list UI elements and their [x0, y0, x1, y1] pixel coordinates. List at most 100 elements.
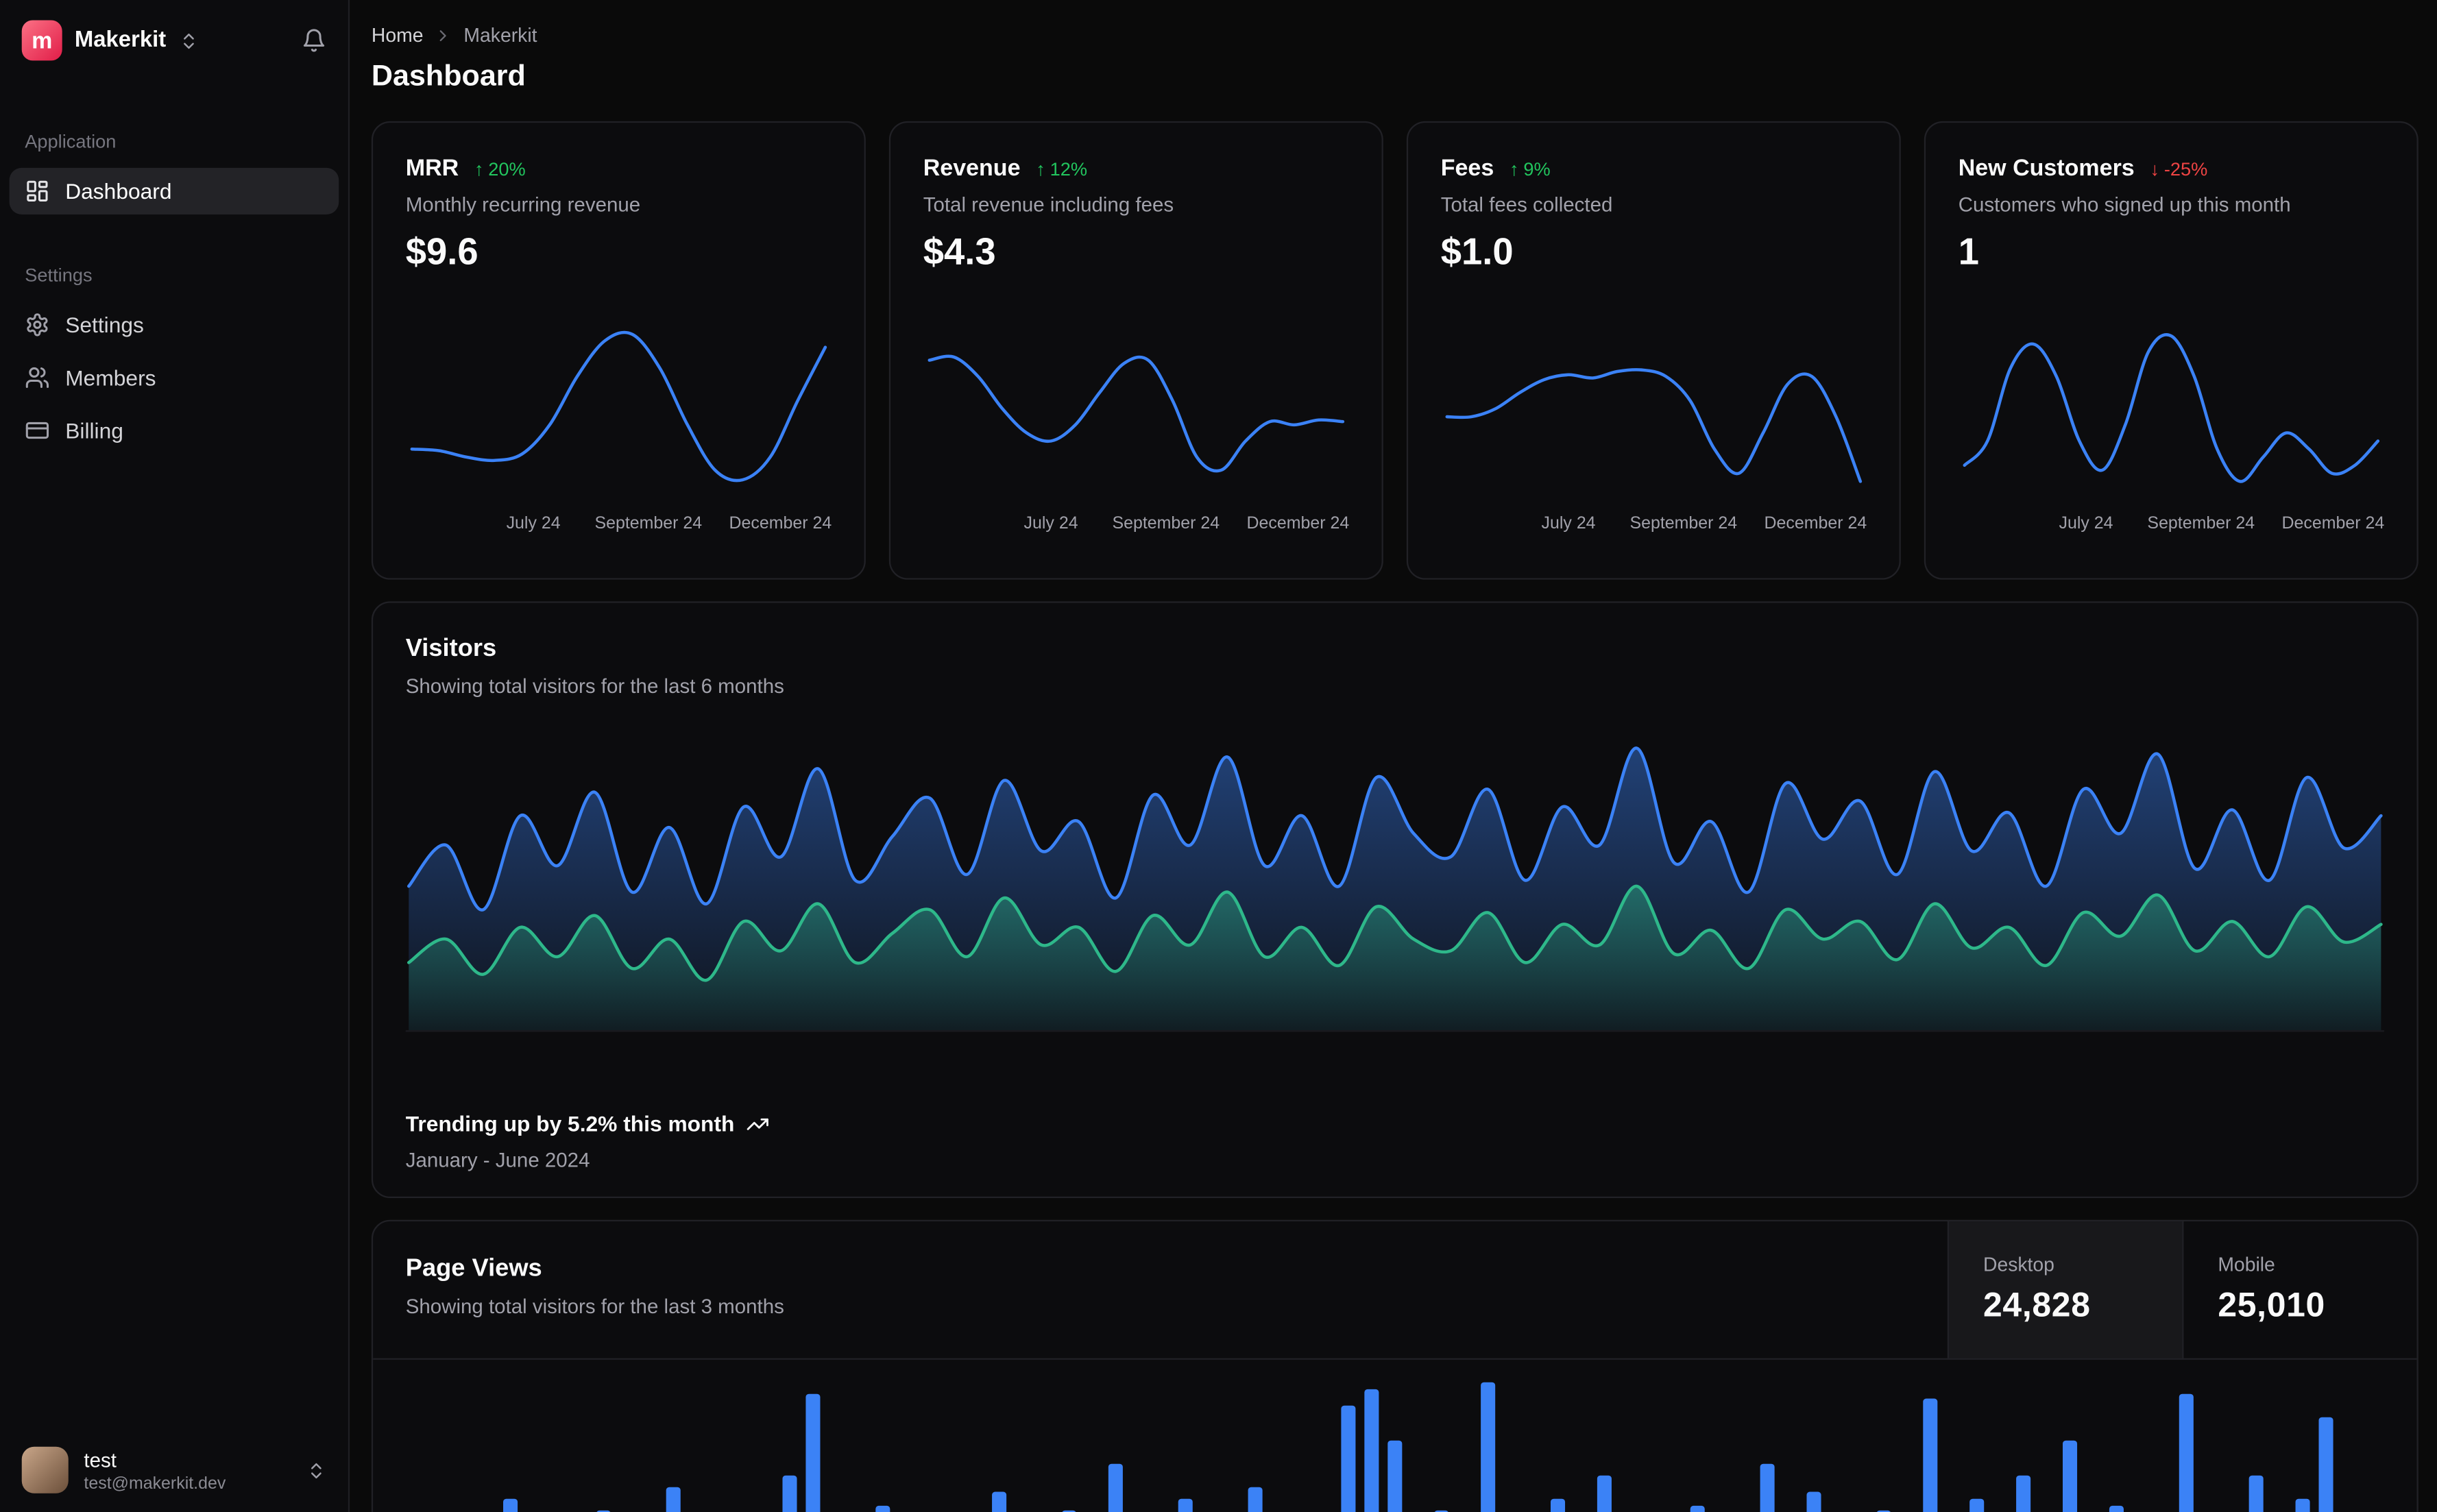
gear-icon	[25, 313, 49, 337]
new-customers-sparkline-chart	[1959, 321, 2384, 496]
mobile-stat-value: 25,010	[2218, 1284, 2325, 1324]
stat-subtitle: Monthly recurring revenue	[405, 193, 641, 217]
sidebar: m Makerkit Application Dashboard Setting…	[0, 0, 350, 1512]
stat-value: $9.6	[405, 231, 478, 274]
arrow-up-icon: ↑	[474, 158, 484, 180]
visitors-subtitle: Showing total visitors for the last 6 mo…	[405, 674, 784, 698]
trending-up-icon	[745, 1112, 768, 1135]
fees-sparkline-chart	[1441, 321, 1867, 496]
mrr-sparkline-chart	[406, 321, 832, 496]
sidebar-item-dashboard[interactable]: Dashboard	[9, 167, 339, 215]
sidebar-item-label: Members	[65, 365, 156, 391]
notifications-bell-button[interactable]	[302, 28, 326, 53]
arrow-up-icon: ↑	[1036, 158, 1045, 180]
stat-delta-badge: ↑ 12%	[1036, 158, 1087, 180]
desktop-toggle-button[interactable]: Desktop 24,828	[1947, 1221, 2183, 1358]
workspace-selector[interactable]: m Makerkit	[0, 0, 348, 81]
stat-delta-badge: ↑ 20%	[474, 158, 526, 180]
page-views-subtitle: Showing total visitors for the last 3 mo…	[405, 1294, 784, 1318]
x-tick-label: July 24	[2059, 514, 2113, 533]
revenue-sparkline-chart	[923, 321, 1349, 496]
x-tick-label: December 24	[1764, 514, 1867, 533]
avatar	[21, 1446, 69, 1493]
stat-delta-value: 20%	[488, 158, 526, 180]
page-views-title: Page Views	[405, 1255, 542, 1282]
bell-icon	[302, 28, 326, 53]
brand-name: Makerkit	[74, 27, 167, 53]
stat-card-mrr: MRR ↑ 20% Monthly recurring revenue $9.6…	[371, 121, 866, 580]
x-tick-label: December 24	[2281, 514, 2385, 533]
x-tick-label: July 24	[506, 514, 561, 533]
stat-value: 1	[1958, 231, 1979, 274]
main-content: Home Makerkit Dashboard MRR ↑ 20% Monthl…	[350, 0, 2437, 1512]
breadcrumb-home-link[interactable]: Home	[372, 25, 424, 47]
sidebar-item-label: Dashboard	[65, 178, 172, 204]
visitors-footer: Trending up by 5.2% this month January -…	[406, 1111, 769, 1171]
stat-value: $4.3	[923, 231, 996, 274]
visitors-card: Visitors Showing total visitors for the …	[371, 601, 2418, 1199]
user-meta: test test@makerkit.dev	[84, 1448, 226, 1493]
page-views-card: Page Views Showing total visitors for th…	[371, 1219, 2418, 1512]
arrow-up-icon: ↑	[1509, 158, 1519, 180]
x-tick-label: September 24	[1629, 514, 1738, 533]
chevrons-up-down-icon[interactable]	[178, 30, 198, 50]
stat-subtitle: Customers who signed up this month	[1958, 193, 2291, 217]
stat-delta-value: 12%	[1050, 158, 1088, 180]
visitors-area-chart	[405, 731, 2384, 1032]
stat-card-fees: Fees ↑ 9% Total fees collected $1.0 July…	[1406, 121, 1901, 580]
arrow-down-icon: ↓	[2150, 158, 2160, 180]
x-tick-label: December 24	[1246, 514, 1350, 533]
visitors-date-range: January - June 2024	[405, 1148, 590, 1172]
sidebar-item-billing[interactable]: Billing	[10, 407, 339, 454]
stat-card-new-customers: New Customers ↓ -25% Customers who signe…	[1924, 121, 2418, 580]
stat-delta-badge: ↑ 9%	[1510, 158, 1551, 180]
visitors-title: Visitors	[405, 635, 497, 662]
breadcrumb: Home Makerkit	[372, 25, 2418, 47]
x-axis-labels: July 24 September 24 December 24	[1441, 514, 1867, 536]
stat-subtitle: Total revenue including fees	[923, 193, 1174, 217]
brand-logo: m	[21, 20, 62, 61]
user-name: test	[84, 1447, 117, 1471]
chevrons-up-down-icon[interactable]	[306, 1460, 326, 1480]
x-tick-label: September 24	[2147, 514, 2255, 533]
dashboard-icon	[25, 179, 49, 204]
sidebar-section-settings: Settings	[25, 264, 93, 286]
desktop-stat-label: Desktop	[1983, 1254, 2054, 1276]
x-tick-label: July 24	[1541, 514, 1596, 533]
stat-card-revenue: Revenue ↑ 12% Total revenue including fe…	[888, 121, 1383, 580]
x-tick-label: September 24	[1112, 514, 1220, 533]
x-tick-label: September 24	[594, 514, 703, 533]
x-axis-labels: July 24 September 24 December 24	[406, 514, 832, 536]
user-menu[interactable]: test test@makerkit.dev	[0, 1428, 348, 1512]
page-views-header: Page Views Showing total visitors for th…	[373, 1221, 2417, 1360]
stat-title: Revenue	[923, 155, 1021, 182]
visitors-trend-text: Trending up by 5.2% this month	[405, 1111, 735, 1136]
stat-delta-value: -25%	[2163, 158, 2208, 180]
stat-value: $1.0	[1440, 231, 1514, 274]
sidebar-item-label: Billing	[65, 417, 123, 443]
app-window: m Makerkit Application Dashboard Setting…	[0, 0, 2437, 1512]
billing-icon	[25, 418, 49, 443]
desktop-stat-value: 24,828	[1983, 1284, 2091, 1324]
stat-title: MRR	[405, 155, 459, 182]
sidebar-item-label: Settings	[65, 312, 144, 337]
stat-title: New Customers	[1958, 155, 2135, 182]
breadcrumb-current: Makerkit	[463, 25, 537, 47]
page-views-bar-chart	[406, 1378, 2384, 1512]
stat-delta-value: 9%	[1523, 158, 1551, 180]
stat-subtitle: Total fees collected	[1440, 193, 1613, 217]
page-title: Dashboard	[371, 60, 526, 94]
x-tick-label: December 24	[729, 514, 832, 533]
mobile-toggle-button[interactable]: Mobile 25,010	[2182, 1221, 2416, 1358]
stat-cards-row: MRR ↑ 20% Monthly recurring revenue $9.6…	[371, 121, 2418, 580]
user-email: test@makerkit.dev	[84, 1474, 226, 1493]
x-tick-label: July 24	[1023, 514, 1078, 533]
sidebar-item-settings[interactable]: Settings	[10, 302, 339, 348]
members-icon	[25, 365, 49, 390]
chevron-right-icon	[434, 27, 452, 45]
x-axis-labels: July 24 September 24 December 24	[923, 514, 1350, 536]
stat-title: Fees	[1440, 155, 1494, 182]
x-axis-labels: July 24 September 24 December 24	[1959, 514, 2385, 536]
sidebar-item-members[interactable]: Members	[10, 354, 339, 401]
mobile-stat-label: Mobile	[2218, 1254, 2275, 1276]
